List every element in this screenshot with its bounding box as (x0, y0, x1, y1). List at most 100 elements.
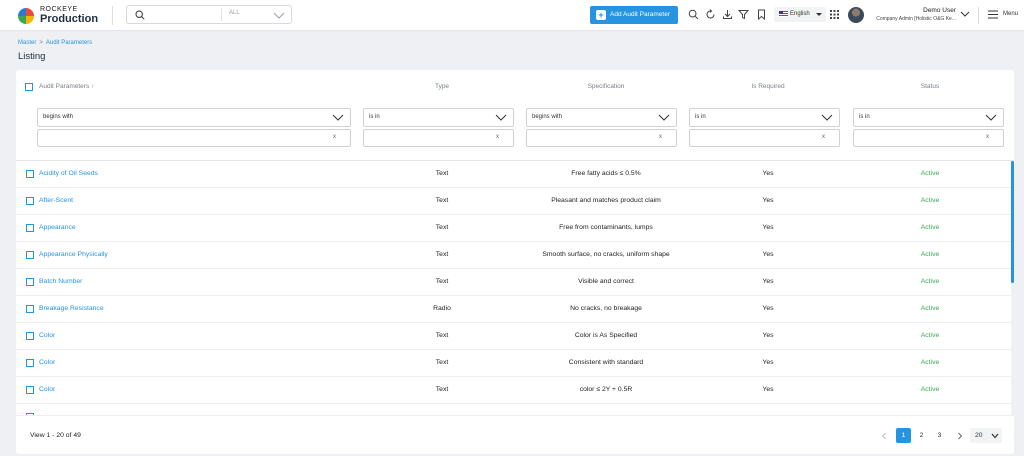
column-header-type[interactable]: Type (412, 83, 472, 90)
row-name-link[interactable]: Acidity of Oil Seeds (39, 170, 98, 177)
apps-grid-icon[interactable] (829, 9, 840, 20)
add-audit-parameter-button[interactable]: + Add Audit Parameter (590, 6, 678, 24)
page-button-1[interactable]: 1 (896, 428, 911, 443)
row-specification: Visible and correct (578, 278, 634, 285)
top-bar: ROCKEYE Production ALL + Add Audit Param… (0, 0, 1024, 31)
column-header-is-required[interactable]: Is Required (738, 83, 798, 90)
chevron-left-icon[interactable] (880, 432, 888, 440)
search-icon[interactable] (688, 9, 699, 20)
filter-operator-specification[interactable]: begins with (526, 108, 677, 127)
select-all-checkbox[interactable] (25, 83, 33, 91)
clear-filter-icon[interactable]: x (496, 134, 499, 140)
plus-icon: + (596, 10, 606, 20)
clear-filter-icon[interactable]: x (659, 134, 662, 140)
breadcrumb-audit-parameters[interactable]: Audit Parameters (46, 40, 92, 46)
row-checkbox[interactable] (26, 197, 34, 205)
clear-filter-icon[interactable]: x (986, 134, 989, 140)
filter-value-audit-parameters[interactable]: x (37, 129, 351, 147)
hamburger-menu-icon[interactable] (988, 10, 998, 19)
filter-operator-audit-parameters[interactable]: begins with (37, 108, 351, 127)
row-name-link[interactable]: Batch Number (39, 278, 82, 285)
row-checkbox[interactable] (26, 251, 34, 259)
row-status: Active (920, 224, 940, 231)
global-search[interactable]: ALL (126, 5, 292, 24)
filter-operator-is-required[interactable]: is in (689, 108, 840, 127)
row-status: Active (920, 386, 940, 393)
table-row[interactable]: Appearance Text Free from contaminants, … (16, 215, 1014, 242)
row-checkbox[interactable] (26, 332, 34, 340)
avatar[interactable] (848, 7, 864, 23)
add-button-label: Add Audit Parameter (610, 11, 670, 18)
filter-value-type[interactable]: x (363, 129, 514, 147)
filter-value-specification[interactable]: x (526, 129, 677, 147)
table-row[interactable]: Acidity of Oil Seeds Text Free fatty aci… (16, 161, 1014, 188)
bookmark-icon[interactable] (756, 9, 767, 20)
search-scope-select[interactable]: ALL (229, 10, 240, 16)
row-checkbox[interactable] (26, 386, 34, 394)
scrollbar-thumb[interactable] (1011, 161, 1014, 283)
us-flag-icon (779, 11, 788, 17)
row-name-link[interactable]: Appearance (39, 224, 76, 231)
user-role: Company Admin [Holistic O&G Ke... (876, 16, 956, 22)
filter-value-status[interactable]: x (853, 129, 1004, 147)
page-button-2[interactable]: 2 (914, 428, 929, 443)
row-name-link[interactable]: Appearance Physically (39, 251, 108, 258)
language-label: English (790, 11, 810, 17)
row-is-required: Yes (762, 386, 774, 393)
footer-divider (16, 415, 1014, 416)
language-select[interactable]: English (774, 7, 826, 22)
row-checkbox[interactable] (26, 278, 34, 286)
row-checkbox[interactable] (26, 224, 34, 232)
menu-divider (978, 7, 979, 24)
table-row[interactable]: Batch Number Text Visible and correct Ye… (16, 269, 1014, 296)
row-name-link[interactable]: Color (39, 359, 55, 366)
column-header-specification[interactable]: Specification (494, 83, 718, 90)
chevron-right-icon[interactable] (956, 432, 964, 440)
row-type: Text (435, 170, 449, 177)
column-header-audit-parameters[interactable]: Audit Parameters ↑ (39, 83, 94, 90)
chevron-down-icon (991, 433, 999, 439)
clear-filter-icon[interactable]: x (822, 134, 825, 140)
table-scrollbar[interactable] (1011, 161, 1014, 415)
row-type: Text (435, 332, 449, 339)
column-header-status[interactable]: Status (900, 83, 960, 90)
breadcrumb-master[interactable]: Master (18, 40, 36, 46)
row-is-required: Yes (762, 332, 774, 339)
filter-icon[interactable] (738, 9, 749, 20)
row-checkbox[interactable] (26, 170, 34, 178)
table-row[interactable]: Breakage Resistance Radio No cracks, no … (16, 296, 1014, 323)
row-specification: Free from contaminants, lumps (559, 224, 653, 231)
search-icon (135, 10, 145, 20)
row-is-required: Yes (762, 251, 774, 258)
row-status: Active (920, 197, 940, 204)
filter-value-is-required[interactable]: x (689, 129, 840, 147)
table-row[interactable]: Color Text Color is As Specified Yes Act… (16, 323, 1014, 350)
download-icon[interactable] (722, 9, 733, 20)
filter-operator-status[interactable]: is in (853, 108, 1004, 127)
row-name-link[interactable]: Breakage Resistance (39, 305, 104, 312)
menu-label[interactable]: Menu (1003, 11, 1018, 17)
row-checkbox[interactable] (26, 305, 34, 313)
breadcrumb-separator: > (39, 40, 43, 46)
table-row[interactable]: Appearance Physically Text Smooth surfac… (16, 242, 1014, 269)
row-name-link[interactable]: Color (39, 332, 55, 339)
clear-filter-icon[interactable]: x (333, 134, 336, 140)
table-row[interactable]: Color Text Consistent with standard Yes … (16, 350, 1014, 377)
table-row[interactable]: Color Text color ≤ 2Y + 0.5R Yes Active (16, 377, 1014, 404)
page-size-select[interactable]: 20 (970, 428, 1002, 443)
row-name-link[interactable]: Color (39, 386, 55, 393)
table-row[interactable]: After-Scent Text Pleasant and matches pr… (16, 188, 1014, 215)
refresh-icon[interactable] (705, 9, 716, 20)
filter-operator-type[interactable]: is in (363, 108, 514, 127)
chevron-down-icon (332, 114, 344, 121)
row-type: Radio (433, 305, 451, 312)
page-button-3[interactable]: 3 (932, 428, 947, 443)
chevron-down-icon[interactable] (273, 10, 285, 20)
user-name[interactable]: Demo User (868, 7, 956, 14)
row-status: Active (920, 332, 940, 339)
row-name-link[interactable]: After-Scent (39, 197, 73, 204)
page-size-value: 20 (975, 432, 983, 439)
table-row-partial[interactable] (16, 404, 1014, 415)
row-checkbox[interactable] (26, 359, 34, 367)
chevron-down-icon[interactable] (960, 10, 970, 18)
